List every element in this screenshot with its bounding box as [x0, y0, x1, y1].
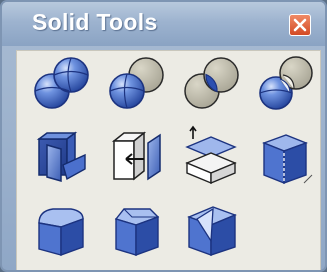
extrude-face-button[interactable]: [177, 125, 247, 187]
window-title: Solid Tools: [32, 9, 158, 35]
cut-corner-button[interactable]: [177, 197, 247, 259]
chamfer-edges-icon: [114, 208, 160, 256]
cut-corner-icon: [187, 206, 237, 256]
fillet-edges-button[interactable]: [27, 197, 97, 259]
boolean-intersection-button[interactable]: [177, 53, 247, 115]
move-face-icon: [111, 131, 161, 181]
extract-surface-icon: [36, 131, 86, 182]
solid-tools-window: Solid Tools: [0, 0, 327, 272]
boolean-split-icon: [259, 56, 313, 110]
boolean-union-icon: [34, 57, 89, 109]
boolean-union-button[interactable]: [27, 53, 97, 115]
chamfer-edges-button[interactable]: [102, 197, 172, 259]
close-icon: [293, 18, 307, 32]
tool-palette: [16, 50, 321, 270]
extract-surface-button[interactable]: [27, 125, 97, 187]
close-button[interactable]: [289, 14, 311, 36]
boolean-intersection-icon: [184, 57, 239, 109]
boolean-difference-icon: [109, 57, 164, 109]
split-edge-button[interactable]: [250, 125, 320, 187]
split-edge-icon: [262, 134, 313, 185]
boolean-split-button[interactable]: [250, 53, 320, 115]
title-bar[interactable]: Solid Tools: [2, 2, 325, 46]
move-face-button[interactable]: [102, 125, 172, 187]
boolean-difference-button[interactable]: [102, 53, 172, 115]
extrude-face-icon: [185, 125, 237, 185]
fillet-edges-icon: [38, 208, 84, 256]
